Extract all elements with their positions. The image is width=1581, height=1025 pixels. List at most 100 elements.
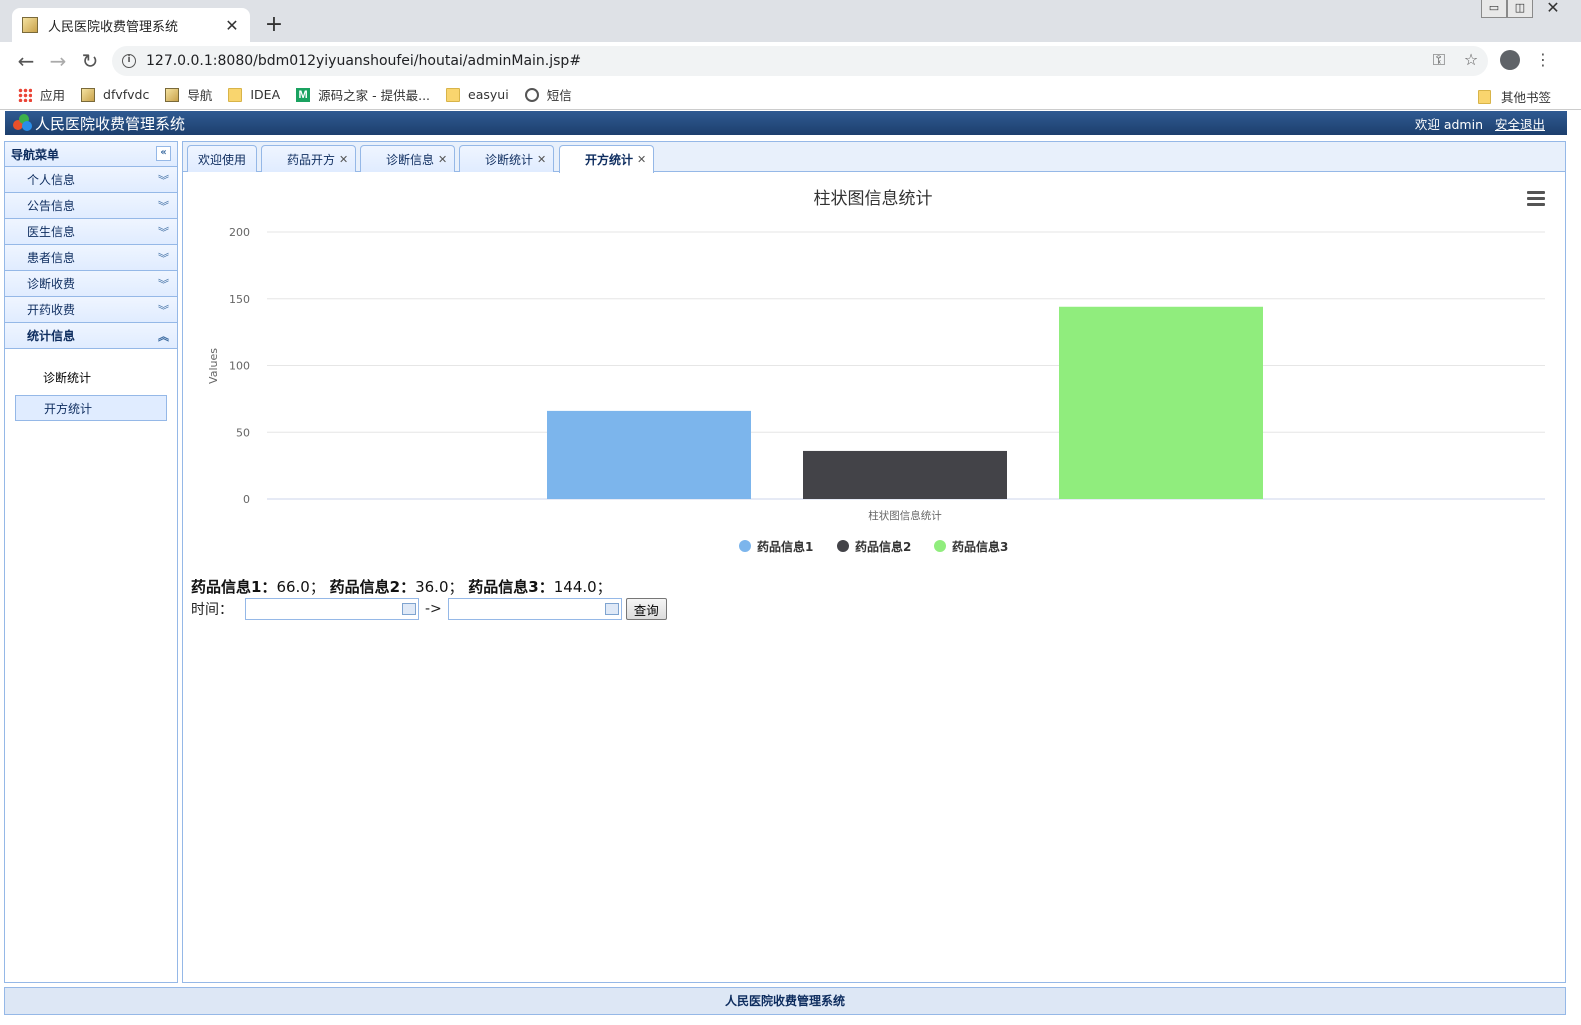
site-info-icon[interactable]: i: [122, 54, 136, 68]
query-button[interactable]: 查询: [625, 598, 667, 620]
folder-icon: [228, 87, 243, 102]
y-tick-label: 0: [243, 493, 250, 506]
sidebar-item-doctors[interactable]: 医生信息 ︾: [5, 219, 177, 245]
image-icon: [165, 87, 180, 102]
legend-marker: [837, 540, 849, 552]
m-icon: M: [296, 87, 311, 102]
tab-diagnosis-info[interactable]: 诊断信息 ✕: [360, 145, 455, 172]
bookmark-idea[interactable]: IDEA: [228, 87, 280, 102]
sidebar-item-patients[interactable]: 患者信息 ︾: [5, 245, 177, 271]
collapse-sidebar-icon[interactable]: «: [156, 146, 171, 161]
chevron-down-icon: ︾: [158, 252, 169, 265]
time-label: 时间：: [191, 602, 233, 618]
bookmark-apps[interactable]: 应用: [18, 85, 65, 104]
chart-menu-icon[interactable]: [1527, 191, 1545, 209]
bar[interactable]: [803, 450, 1007, 499]
bookmark-dfvfvdc[interactable]: dfvfvdc: [81, 87, 149, 102]
summary-label-2: 药品信息2：: [329, 578, 416, 596]
bookmark-sms[interactable]: 短信: [524, 85, 572, 104]
range-arrow: ->: [425, 601, 442, 617]
browser-tab[interactable]: 人民医院收费管理系统 ✕: [12, 8, 250, 42]
sidebar-item-statistics[interactable]: 统计信息 ︽: [5, 323, 177, 349]
legend-item[interactable]: 药品信息1: [739, 539, 813, 554]
key-icon[interactable]: ⚿: [1428, 50, 1450, 70]
footer: 人民医院收费管理系统: [4, 987, 1566, 1015]
calendar-icon[interactable]: [604, 603, 619, 615]
image-icon: [81, 87, 96, 102]
sidebar-item-personal-info[interactable]: 个人信息 ︾: [5, 167, 177, 193]
bar[interactable]: [1059, 306, 1263, 499]
close-tab-icon[interactable]: ✕: [224, 16, 240, 35]
forward-arrow-icon[interactable]: →: [46, 50, 70, 74]
x-category-label: 柱状图信息统计: [868, 509, 942, 522]
maximize-icon[interactable]: ◫: [1507, 0, 1533, 18]
y-tick-label: 200: [229, 226, 250, 239]
browser-tab-strip: 人民医院收费管理系统 ✕ + ▭ ◫ ✕: [0, 0, 1581, 42]
star-icon[interactable]: ☆: [1460, 50, 1482, 69]
sidebar-subitem-diagnosis-stats[interactable]: 诊断统计: [15, 365, 167, 391]
tab-strip: 欢迎使用 药品开方 ✕ 诊断信息 ✕ 诊断统计 ✕ 开方统计 ✕: [183, 142, 1565, 173]
bar-chart-svg: 柱状图信息统计 Values 0 50 100 150 200 柱状图信息统计 药品信息…: [207, 189, 1545, 554]
profile-icon[interactable]: [1499, 50, 1521, 74]
bar-chart: 柱状图信息统计 Values 0 50 100 150 200 柱状图信息统计 药品信息…: [183, 173, 1565, 573]
bookmark-nav[interactable]: 导航: [165, 85, 212, 104]
address-bar[interactable]: i 127.0.0.1:8080/bdm012yiyuanshoufei/hou…: [112, 46, 1488, 76]
summary-value-3: 144.0；: [553, 578, 612, 596]
bookmark-easyui[interactable]: easyui: [446, 87, 509, 102]
tab-medicine-prescription[interactable]: 药品开方 ✕: [261, 145, 356, 172]
summary-label-1: 药品信息1：: [191, 578, 277, 596]
browser-toolbar: ← → ↻ i 127.0.0.1:8080/bdm012yiyuanshouf…: [0, 42, 1581, 80]
chart-title: 柱状图信息统计: [814, 189, 933, 209]
tab-welcome[interactable]: 欢迎使用: [187, 145, 257, 172]
folder-icon: [1477, 89, 1491, 104]
reload-icon[interactable]: ↻: [78, 50, 102, 74]
close-icon[interactable]: ✕: [438, 153, 450, 166]
legend-label: 药品信息2: [855, 539, 911, 554]
statistics-submenu: 诊断统计 开方统计: [5, 349, 177, 421]
y-tick-label: 150: [229, 293, 250, 306]
legend-item[interactable]: 药品信息3: [934, 539, 1008, 554]
start-date-input[interactable]: [245, 598, 419, 620]
summary-value-1: 66.0；: [276, 578, 325, 596]
globe-icon: [524, 87, 539, 102]
chevron-down-icon: ︾: [158, 278, 169, 291]
summary-label-3: 药品信息3：: [468, 578, 554, 596]
tab-prescription-stats[interactable]: 开方统计 ✕: [559, 145, 654, 173]
bookmark-source[interactable]: M 源码之家 - 提供最...: [296, 85, 430, 104]
bookmarks-bar: 应用 dfvfvdc 导航 IDEA M 源码之家 - 提供最... easyu…: [0, 80, 1581, 110]
app-title: 人民医院收费管理系统: [35, 114, 186, 133]
apps-icon: [18, 87, 32, 102]
chevron-down-icon: ︾: [158, 200, 169, 213]
legend-item[interactable]: 药品信息2: [837, 539, 911, 554]
close-icon[interactable]: ✕: [537, 153, 549, 166]
url-text[interactable]: 127.0.0.1:8080/bdm012yiyuanshoufei/houta…: [146, 53, 581, 69]
user-area: 欢迎 admin 安全退出: [1415, 114, 1545, 133]
sidebar-subitem-prescription-stats[interactable]: 开方统计: [15, 395, 167, 421]
close-window-icon[interactable]: ✕: [1533, 0, 1573, 18]
sidebar-item-diagnosis-fees[interactable]: 诊断收费 ︾: [5, 271, 177, 297]
close-icon[interactable]: ✕: [339, 153, 351, 166]
chevron-down-icon: ︾: [158, 174, 169, 187]
sidebar-item-medicine-fees[interactable]: 开药收费 ︾: [5, 297, 177, 323]
bar[interactable]: [547, 410, 751, 499]
y-tick-label: 50: [236, 426, 250, 439]
logout-link[interactable]: 安全退出: [1495, 117, 1545, 132]
date-filter: 时间： -> 查询: [191, 598, 667, 620]
close-icon[interactable]: ✕: [637, 153, 649, 166]
more-menu-icon[interactable]: ⋮: [1532, 50, 1554, 69]
sidebar: 导航菜单 « 个人信息 ︾ 公告信息 ︾ 医生信息 ︾ 患者信息 ︾ 诊断收费 …: [4, 141, 178, 983]
y-tick-label: 100: [229, 360, 250, 373]
back-arrow-icon[interactable]: ←: [14, 50, 38, 74]
minimize-icon[interactable]: ▭: [1481, 0, 1507, 18]
window-controls: ▭ ◫ ✕: [1481, 0, 1573, 18]
statistics-summary: 药品信息1：66.0； 药品信息2：36.0； 药品信息3：144.0；: [191, 576, 612, 597]
end-date-input[interactable]: [447, 598, 622, 620]
other-bookmarks[interactable]: 其他书签: [1477, 87, 1551, 106]
calendar-icon[interactable]: [402, 603, 416, 615]
sidebar-item-notices[interactable]: 公告信息 ︾: [5, 193, 177, 219]
chevron-down-icon: ︾: [158, 226, 169, 239]
new-tab-button[interactable]: +: [262, 12, 286, 37]
tab-diagnosis-stats[interactable]: 诊断统计 ✕: [459, 145, 554, 172]
app-logo-icon: [13, 114, 33, 132]
chevron-up-icon: ︽: [158, 330, 169, 343]
